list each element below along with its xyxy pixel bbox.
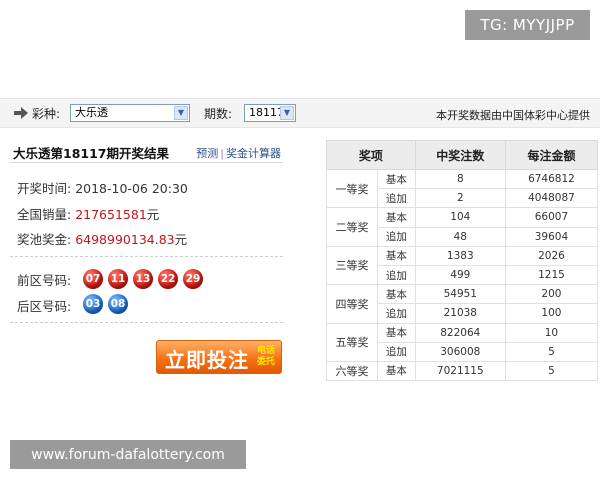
period-label: 期数:	[204, 107, 233, 121]
front-ball: 29	[183, 269, 203, 289]
bet-type: 基本	[376, 245, 416, 266]
back-ball: 08	[108, 294, 128, 314]
chevron-down-icon[interactable]: ▼	[280, 106, 294, 120]
period-value: 18117	[249, 106, 284, 119]
winner-count: 48	[414, 226, 506, 247]
table-row: 五等奖 基本 822064 10	[326, 322, 599, 362]
prize-calculator-link[interactable]: 奖金计算器	[226, 147, 281, 160]
front-ball: 11	[108, 269, 128, 289]
prize-level: 二等奖	[326, 207, 378, 247]
prize-amount: 39604	[504, 226, 599, 247]
bet-type: 追加	[376, 264, 416, 286]
prize-level: 四等奖	[326, 284, 378, 324]
table-row: 六等奖 基本 7021115 5	[326, 360, 599, 382]
winner-count: 8	[414, 168, 506, 190]
winner-count: 54951	[414, 284, 506, 305]
bet-type: 基本	[376, 168, 416, 190]
result-title: 大乐透第18117期开奖结果	[13, 146, 169, 161]
sales-row: 全国销量: 217651581元	[17, 204, 159, 223]
bet-now-label: 立即投注	[165, 348, 249, 372]
arrow-right-icon	[14, 107, 28, 119]
prize-amount: 100	[504, 303, 599, 324]
winner-count: 822064	[414, 322, 506, 343]
table-row: 二等奖 基本 104 66007	[326, 207, 599, 247]
chevron-down-icon[interactable]: ▼	[174, 106, 188, 120]
prize-amount: 200	[504, 284, 599, 305]
divider	[10, 256, 283, 257]
divider	[10, 322, 283, 323]
winner-count: 104	[414, 207, 506, 228]
prize-level: 一等奖	[326, 168, 378, 209]
tg-watermark: TG: MYYJJPP	[465, 10, 590, 40]
prize-amount: 1215	[504, 264, 599, 286]
table-header-row: 奖项 中奖注数 每注金额	[326, 140, 599, 170]
draw-time-label: 开奖时间:	[17, 181, 72, 196]
forecast-link[interactable]: 预测	[196, 147, 218, 160]
sales-unit: 元	[146, 207, 160, 222]
prize-amount: 66007	[504, 207, 599, 228]
bet-now-button[interactable]: 立即投注 电话 委托	[156, 340, 282, 374]
back-ball: 03	[83, 294, 103, 314]
lottery-type-label: 彩种:	[32, 107, 61, 121]
winner-count: 306008	[414, 341, 506, 362]
pool-label: 奖池奖金:	[17, 232, 72, 247]
front-ball: 13	[133, 269, 153, 289]
sales-label: 全国销量:	[17, 207, 72, 222]
bet-type: 基本	[376, 360, 416, 382]
bet-type: 基本	[376, 207, 416, 228]
provider-note: 本开奖数据由中国体彩中心提供	[436, 109, 590, 122]
header-prize-level: 奖项	[326, 140, 416, 170]
phone-entrust-label: 电话 委托	[257, 346, 275, 368]
winner-count: 1383	[414, 245, 506, 266]
phone-label: 电话	[256, 346, 275, 356]
prize-level: 六等奖	[326, 360, 378, 382]
result-links: 预测 | 奖金计算器	[196, 145, 281, 161]
winner-count: 2	[414, 188, 506, 209]
bet-type: 追加	[376, 188, 416, 209]
prize-amount: 6746812	[504, 168, 599, 190]
front-zone-label: 前区号码:	[17, 273, 72, 288]
lottery-type-select[interactable]: 大乐透 ▼	[70, 104, 190, 122]
period-select[interactable]: 18117 ▼	[244, 104, 296, 122]
lottery-type-value: 大乐透	[75, 106, 108, 119]
link-separator: |	[220, 147, 224, 160]
forum-watermark: www.forum-dafalottery.com	[10, 440, 246, 469]
prize-amount: 4048087	[504, 188, 599, 209]
header-winner-count: 中奖注数	[414, 140, 506, 170]
prize-amount: 5	[504, 360, 599, 382]
bet-type: 追加	[376, 341, 416, 362]
prize-table: 奖项 中奖注数 每注金额 一等奖 基本 8 6746812 追加 2 40480…	[326, 140, 599, 382]
bet-type: 追加	[376, 303, 416, 324]
result-header: 大乐透第18117期开奖结果 预测 | 奖金计算器	[10, 140, 283, 163]
pool-row: 奖池奖金: 6498990134.83元	[17, 229, 187, 248]
bet-type: 追加	[376, 226, 416, 247]
sales-value: 217651581	[75, 207, 147, 222]
back-zone-label: 后区号码:	[17, 299, 72, 314]
filter-bar: 彩种: 大乐透 ▼ 期数: 18117 ▼ 本开奖数据由中国体彩中心提供	[0, 98, 600, 128]
prize-amount: 5	[504, 341, 599, 362]
table-row: 四等奖 基本 54951 200	[326, 284, 599, 324]
pool-value: 6498990134.83	[75, 232, 175, 247]
prize-amount: 2026	[504, 245, 599, 266]
draw-time-value: 2018-10-06 20:30	[75, 181, 188, 196]
winner-count: 499	[414, 264, 506, 286]
table-row: 一等奖 基本 8 6746812	[326, 168, 599, 209]
bet-type: 基本	[376, 322, 416, 343]
front-ball: 22	[158, 269, 178, 289]
entrust-label: 委托	[256, 357, 275, 367]
prize-amount: 10	[504, 322, 599, 343]
winner-count: 21038	[414, 303, 506, 324]
prize-level: 三等奖	[326, 245, 378, 286]
front-ball: 07	[83, 269, 103, 289]
table-row: 三等奖 基本 1383 2026	[326, 245, 599, 286]
winner-count: 7021115	[414, 360, 506, 382]
draw-time-row: 开奖时间: 2018-10-06 20:30	[17, 178, 188, 197]
pool-unit: 元	[174, 232, 188, 247]
prize-level: 五等奖	[326, 322, 378, 362]
bet-type: 基本	[376, 284, 416, 305]
header-prize-amount: 每注金额	[504, 140, 599, 170]
